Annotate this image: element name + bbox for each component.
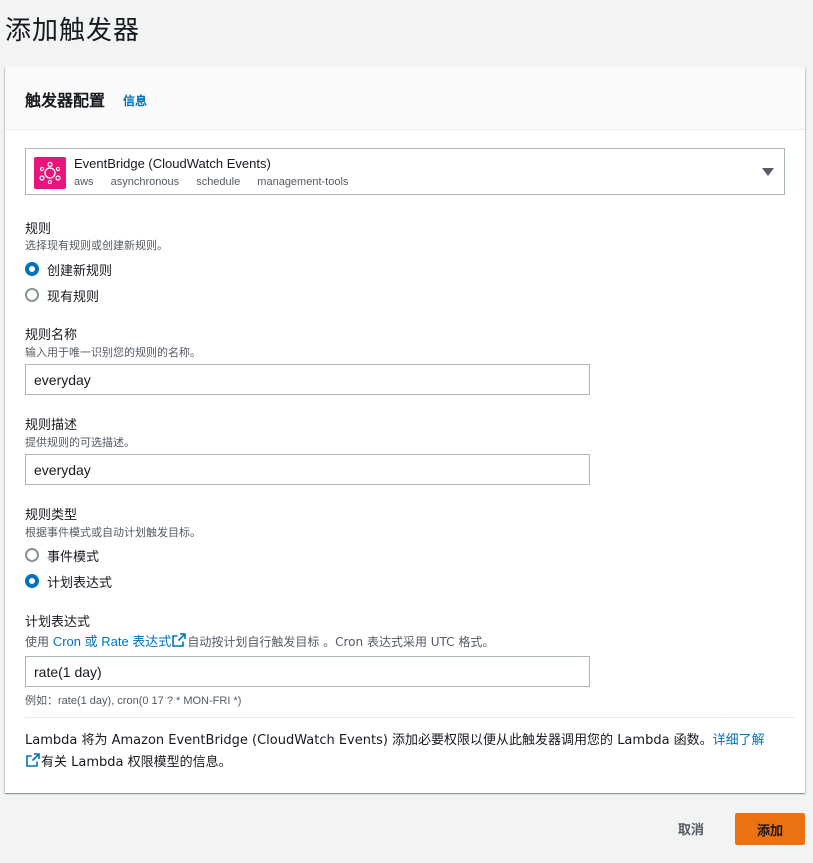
eventbridge-icon [34,157,66,189]
trigger-config-panel: 触发器配置 信息 EventBridge (CloudWatch Events)… [5,67,805,793]
trigger-source-select[interactable]: EventBridge (CloudWatch Events) aws asyn… [25,148,785,195]
radio-unchecked-icon [25,288,39,302]
info-link[interactable]: 信息 [123,92,147,109]
schedule-desc-prefix: 使用 [25,635,53,649]
radio-label: 事件模式 [47,549,100,565]
radio-checked-icon [25,574,39,588]
external-link-icon [172,633,187,647]
radio-label: 计划表达式 [47,575,113,591]
rule-desc-label: 规则描述 [25,418,78,433]
radio-schedule-expression[interactable]: 计划表达式 [25,572,113,591]
radio-label: 创建新规则 [47,263,113,279]
source-tag: management-tools [257,176,349,188]
radio-unchecked-icon [25,548,39,562]
rule-name-description: 输入用于唯一识别您的规则的名称。 [25,346,201,359]
radio-create-new-rule[interactable]: 创建新规则 [25,260,113,279]
permission-note-suffix: 有关 Lambda 权限模型的信息。 [41,755,232,770]
rule-type-label: 规则类型 [25,508,78,523]
schedule-expression-input[interactable] [25,656,590,687]
rule-desc-description: 提供规则的可选描述。 [25,436,135,449]
schedule-desc-suffix: 自动按计划自行触发目标 。Cron 表达式采用 UTC 格式。 [187,635,495,649]
rule-description-input[interactable] [25,454,590,485]
radio-checked-icon [25,262,39,276]
caret-down-icon [762,168,774,176]
divider [25,717,795,718]
external-link-icon [26,753,40,767]
permission-note-text: Lambda 将为 Amazon EventBridge (CloudWatch… [25,733,713,748]
radio-label: 现有规则 [47,289,100,305]
rule-name-label: 规则名称 [25,328,78,343]
rule-description: 选择现有规则或创建新规则。 [25,239,168,252]
source-tag: aws [74,176,94,188]
source-tag: asynchronous [110,176,180,188]
schedule-label: 计划表达式 [25,615,91,630]
schedule-example: 例如：rate(1 day), cron(0 17 ? * MON-FRI *) [25,695,242,707]
schedule-description: 使用 Cron 或 Rate 表达式 自动按计划自行触发目标 。Cron 表达式采… [25,631,494,650]
radio-event-pattern[interactable]: 事件模式 [25,546,100,565]
panel-header: 触发器配置 信息 [5,67,805,130]
permission-note: Lambda 将为 Amazon EventBridge (CloudWatch… [25,730,775,774]
rule-type-description: 根据事件模式或自动计划触发目标。 [25,526,201,539]
source-name: EventBridge (CloudWatch Events) [74,156,271,171]
cancel-button[interactable]: 取消 [666,812,716,844]
source-tags: aws asynchronous schedule management-too… [74,176,362,188]
radio-existing-rule[interactable]: 现有规则 [25,286,100,305]
rule-name-input[interactable] [25,364,590,395]
cron-rate-link[interactable]: Cron 或 Rate 表达式 [53,634,171,649]
add-button[interactable]: 添加 [735,813,805,845]
panel-title: 触发器配置 [25,91,106,110]
source-tag: schedule [196,176,241,188]
rule-label: 规则 [25,222,52,237]
page-title: 添加触发器 [5,16,141,46]
learn-more-link[interactable]: 详细了解 [713,733,765,748]
